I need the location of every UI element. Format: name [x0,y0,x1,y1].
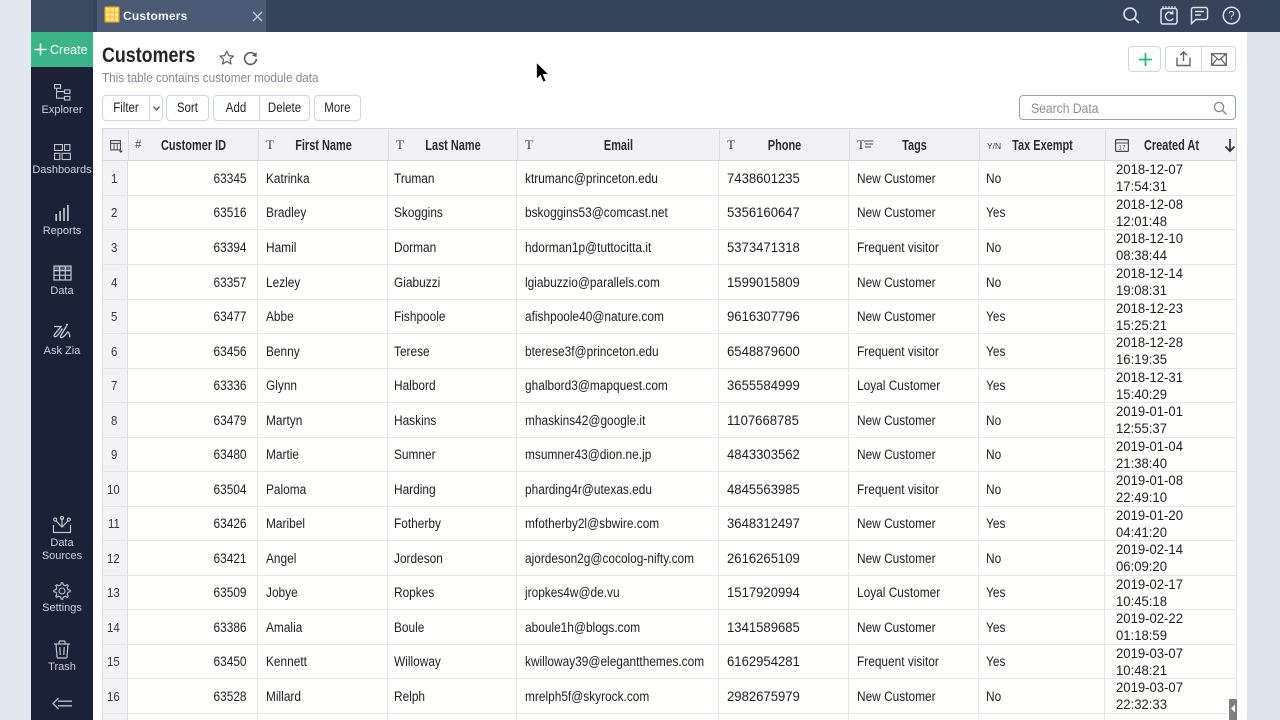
svg-text:?: ? [1228,11,1234,23]
